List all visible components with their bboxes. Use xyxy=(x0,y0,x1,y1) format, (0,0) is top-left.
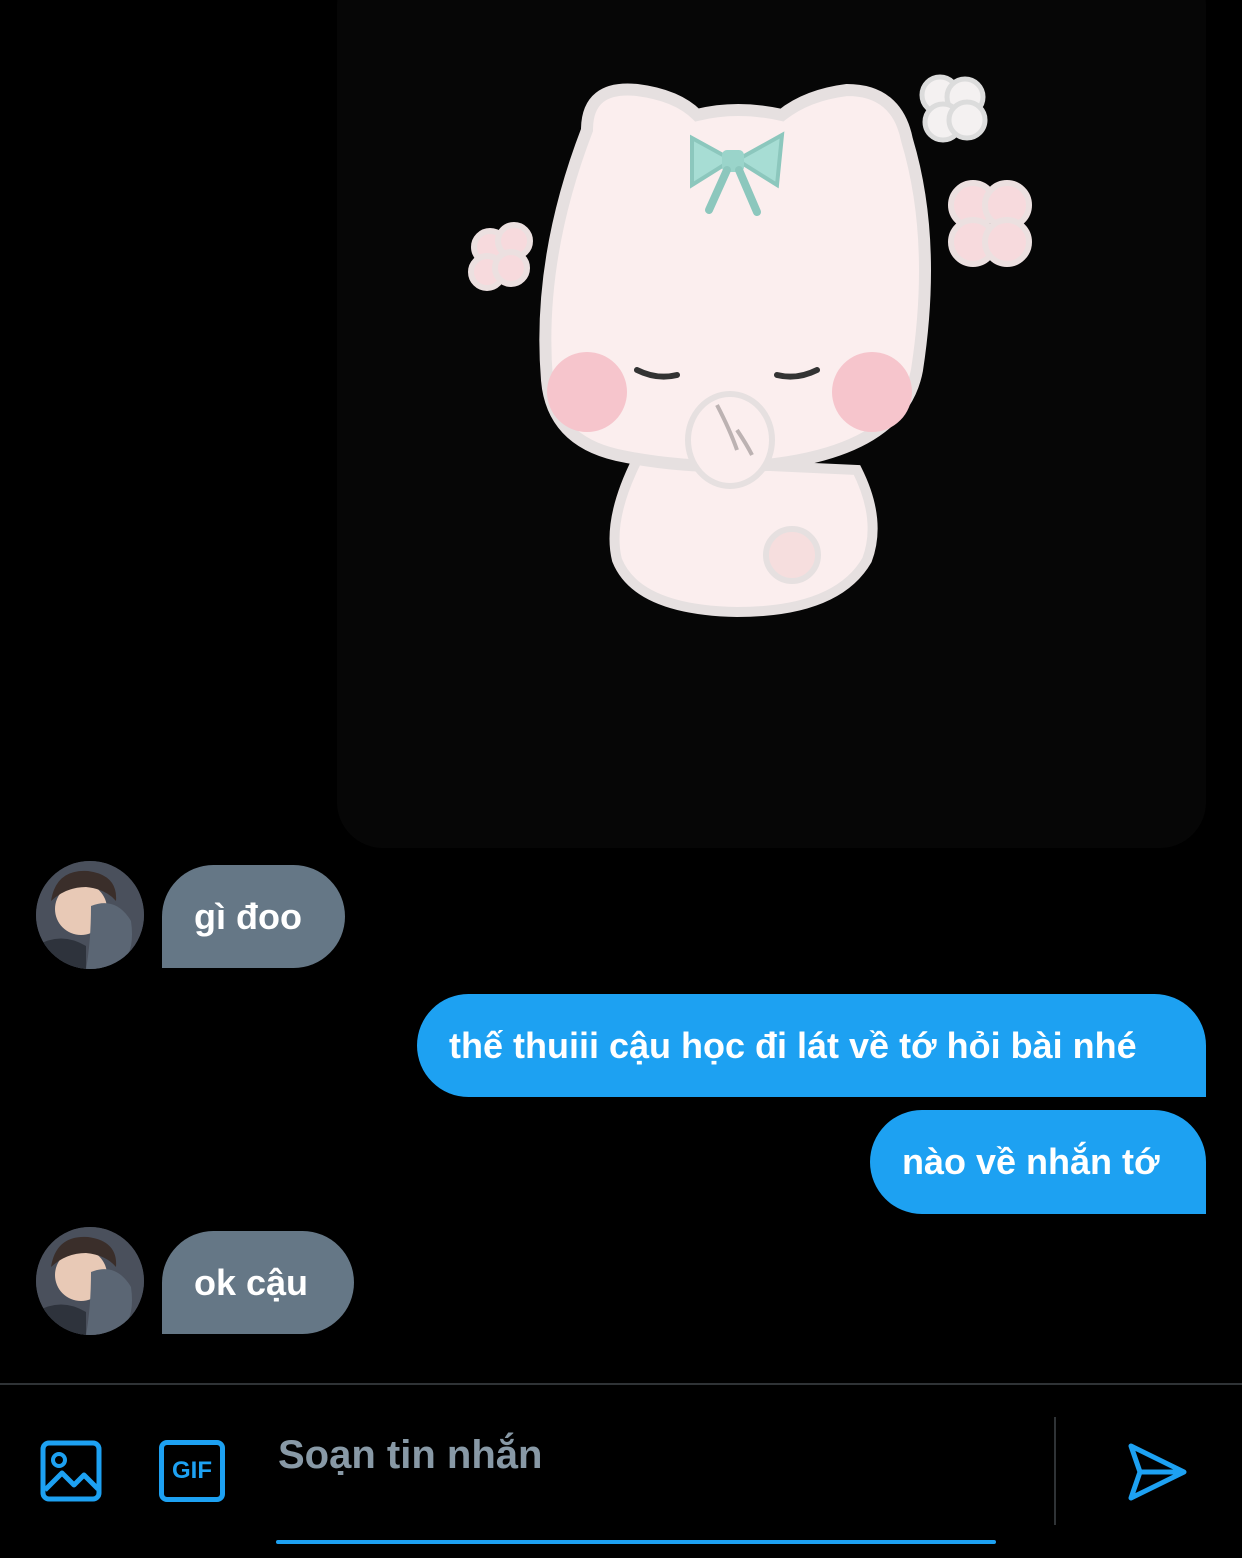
contact-avatar[interactable] xyxy=(36,1227,144,1335)
message-text: ok cậu xyxy=(194,1261,309,1303)
message-composer: GIF Soạn tin nhắn xyxy=(0,1383,1242,1558)
message-text: gì đoo xyxy=(194,895,302,937)
outgoing-message[interactable]: thế thuiii cậu học đi lát về tớ hỏi bài … xyxy=(417,994,1206,1097)
image-icon[interactable] xyxy=(40,1440,102,1507)
input-focus-underline xyxy=(276,1540,996,1544)
avatar-photo xyxy=(36,1227,144,1335)
divider xyxy=(1054,1417,1056,1525)
message-list: gì đoo thế thuiii cậu học đi lát về tớ h… xyxy=(0,0,1242,1383)
sticker-image xyxy=(468,74,1032,618)
incoming-message[interactable]: gì đoo xyxy=(162,865,345,968)
image-message[interactable] xyxy=(337,0,1206,848)
send-icon[interactable] xyxy=(1126,1441,1188,1508)
outgoing-message[interactable]: nào về nhắn tớ xyxy=(870,1110,1206,1214)
message-text: thế thuiii cậu học đi lát về tớ hỏi bài … xyxy=(449,1024,1137,1066)
gif-button[interactable]: GIF xyxy=(159,1440,225,1502)
contact-avatar[interactable] xyxy=(36,861,144,969)
message-text: nào về nhắn tớ xyxy=(902,1141,1160,1182)
gif-label: GIF xyxy=(172,1457,212,1484)
incoming-message[interactable]: ok cậu xyxy=(162,1231,354,1334)
message-input-placeholder: Soạn tin nhắn xyxy=(278,1433,543,1477)
avatar-photo xyxy=(36,861,144,969)
message-input[interactable]: Soạn tin nhắn xyxy=(278,1433,542,1478)
